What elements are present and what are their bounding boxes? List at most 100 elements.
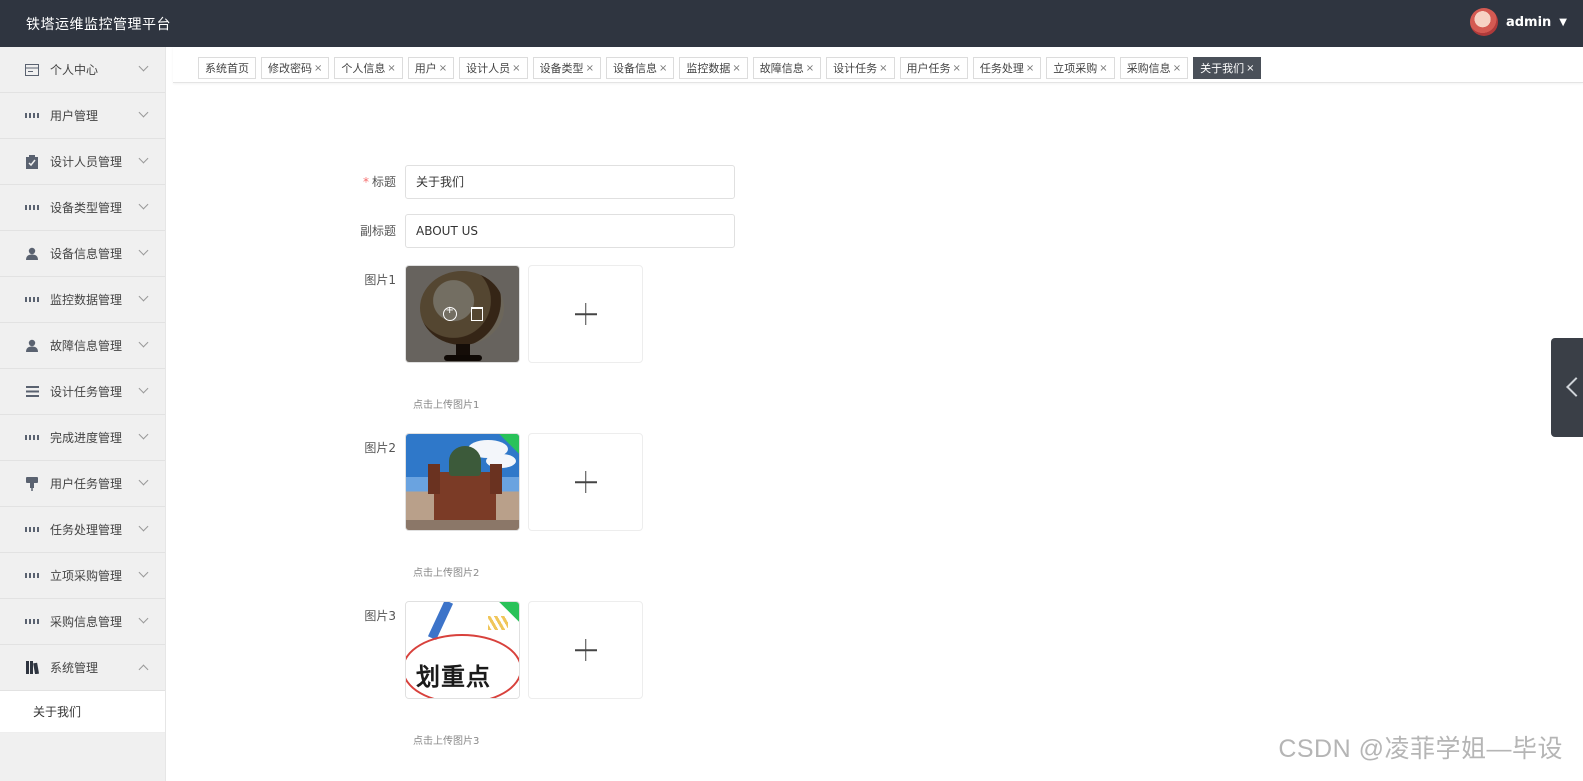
highlight-image: 划重点 <box>406 602 519 698</box>
delete-icon[interactable] <box>470 307 483 321</box>
image2-label: 图片2 <box>364 441 396 455</box>
sidebar-item-system-management[interactable]: 系统管理 <box>0 645 165 691</box>
close-icon[interactable]: × <box>732 63 740 74</box>
tab-user[interactable]: 用户 × <box>407 57 455 79</box>
sidebar-item-procurement-info-management[interactable]: 采购信息管理 <box>0 599 165 645</box>
sidebar-item-user-task-management[interactable]: 用户任务管理 <box>0 461 165 507</box>
user-icon <box>25 339 39 353</box>
tab-project-procurement[interactable]: 立项采购 × <box>1046 57 1115 79</box>
subtitle-label: 副标题 <box>359 224 396 238</box>
tab-fault-info[interactable]: 故障信息 × <box>752 57 822 79</box>
image3-thumbnail[interactable]: 划重点 <box>405 601 520 699</box>
title-label: * 标题 <box>362 175 396 189</box>
close-icon[interactable]: × <box>439 63 447 74</box>
sidebar-item-device-info-management[interactable]: 设备信息管理 <box>0 231 165 277</box>
tab-change-password[interactable]: 修改密码 × <box>261 57 330 79</box>
user-name[interactable]: admin <box>1506 15 1551 30</box>
avatar[interactable] <box>1469 8 1498 36</box>
pin-icon <box>25 476 39 491</box>
tab-procurement-info[interactable]: 采购信息 × <box>1119 57 1189 79</box>
sidebar-item-label: 用户管理 <box>50 109 99 123</box>
close-icon[interactable]: × <box>953 63 961 74</box>
tab-label: 立项采购 <box>1053 62 1098 75</box>
tab-label: 用户任务 <box>906 62 951 75</box>
sidebar-subitem-about-us[interactable]: 关于我们 <box>0 691 165 733</box>
tab-bar: 系统首页 修改密码 × 个人信息 × 用户 × 设计人员 × 设备类型 × 设备信息 × 监… <box>173 47 1583 83</box>
close-icon[interactable]: × <box>1026 63 1034 74</box>
sidebar-item-label: 立项采购管理 <box>50 569 123 583</box>
tab-designer[interactable]: 设计人员 × <box>459 57 528 79</box>
image1-upload-tip: 点击上传图片1 <box>413 400 480 411</box>
watermark: CSDN @凌菲学姐—毕设 <box>1278 735 1563 763</box>
form-row-title: * 标题 关于我们 <box>340 165 735 199</box>
close-icon[interactable]: × <box>512 63 520 74</box>
tab-label: 设计人员 <box>466 62 511 75</box>
title-input[interactable]: 关于我们 <box>405 165 735 199</box>
image2-upload-button[interactable] <box>528 433 643 531</box>
sidebar-item-device-type-management[interactable]: 设备类型管理 <box>0 185 165 231</box>
subtitle-input[interactable]: ABOUT US <box>405 214 735 248</box>
image1-upload-button[interactable] <box>528 265 643 363</box>
sidebar-item-project-procurement-management[interactable]: 立项采购管理 <box>0 553 165 599</box>
sidebar-item-label: 采购信息管理 <box>50 615 123 629</box>
tab-design-task[interactable]: 设计任务 × <box>826 57 895 79</box>
image2-thumbnail[interactable] <box>405 433 520 531</box>
caret-down-icon[interactable]: ▼ <box>1559 17 1567 28</box>
sidebar-item-designer-management[interactable]: 设计人员管理 <box>0 139 165 185</box>
sidebar-item-progress-management[interactable]: 完成进度管理 <box>0 415 165 461</box>
tab-device-type[interactable]: 设备类型 × <box>532 57 601 79</box>
chevron-down-icon <box>138 429 149 440</box>
sidebar-item-monitoring-data-management[interactable]: 监控数据管理 <box>0 277 165 323</box>
chevron-down-icon <box>138 337 149 348</box>
sidebar-item-label: 设备信息管理 <box>50 247 123 261</box>
sidebar-item-fault-info-management[interactable]: 故障信息管理 <box>0 323 165 369</box>
tab-label: 设备信息 <box>612 62 657 75</box>
sidebar-item-personal-center[interactable]: 个人中心 <box>0 47 165 93</box>
chevron-down-icon <box>138 613 149 624</box>
thumbnail-hover-overlay <box>406 266 519 362</box>
tab-label: 用户 <box>414 62 437 75</box>
zoom-in-icon[interactable] <box>442 305 457 321</box>
image1-label: 图片1 <box>364 273 396 287</box>
close-icon[interactable]: × <box>659 63 667 74</box>
tab-device-info[interactable]: 设备信息 × <box>605 57 675 79</box>
sidebar-item-design-task-management[interactable]: 设计任务管理 <box>0 369 165 415</box>
form-row-image1: 图片1 <box>340 265 643 363</box>
sidebar-item-label: 用户任务管理 <box>50 477 123 491</box>
close-icon[interactable]: × <box>1173 63 1181 74</box>
image3-upload-button[interactable] <box>528 601 643 699</box>
user-icon <box>25 247 39 261</box>
grid-icon <box>25 201 39 215</box>
app-title: 铁塔运维监控管理平台 <box>26 16 171 33</box>
user-menu[interactable]: admin ▼ <box>1469 8 1567 36</box>
chevron-down-icon <box>138 383 149 394</box>
close-icon[interactable]: × <box>806 63 814 74</box>
tab-label: 采购信息 <box>1126 62 1171 75</box>
tab-monitoring-data[interactable]: 监控数据 × <box>679 57 748 79</box>
chevron-down-icon <box>138 199 149 210</box>
tab-task-processing[interactable]: 任务处理 × <box>972 57 1042 79</box>
image1-thumbnail[interactable] <box>405 265 520 363</box>
tab-about-us[interactable]: 关于我们 × <box>1193 57 1262 79</box>
close-icon[interactable]: × <box>314 63 322 74</box>
close-icon[interactable]: × <box>879 63 887 74</box>
close-icon[interactable]: × <box>1246 63 1254 74</box>
close-icon[interactable]: × <box>1099 63 1107 74</box>
sidebar-item-user-management[interactable]: 用户管理 <box>0 93 165 139</box>
list-icon <box>25 385 39 399</box>
form-row-image3: 图片3 划重点 <box>340 601 643 699</box>
close-icon[interactable]: × <box>387 63 395 74</box>
sidebar-item-label: 故障信息管理 <box>50 339 123 353</box>
tab-label: 设备类型 <box>539 62 584 75</box>
form-row-image2: 图片2 <box>340 433 643 531</box>
tab-label: 监控数据 <box>686 62 731 75</box>
sidebar-item-task-processing-management[interactable]: 任务处理管理 <box>0 507 165 553</box>
clipboard-icon <box>25 154 39 169</box>
required-mark: * <box>362 175 369 189</box>
close-icon[interactable]: × <box>586 63 594 74</box>
tab-home[interactable]: 系统首页 <box>198 57 256 79</box>
sidebar-item-label: 个人中心 <box>50 63 99 77</box>
tab-personal-info[interactable]: 个人信息 × <box>334 57 403 79</box>
panel-toggle-button[interactable] <box>1551 338 1583 437</box>
tab-user-task[interactable]: 用户任务 × <box>899 57 968 79</box>
